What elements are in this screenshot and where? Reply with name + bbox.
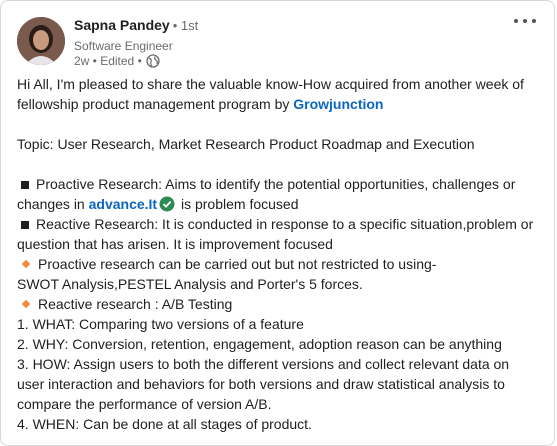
post-line: Proactive Research: Aims to identify the… <box>17 174 542 194</box>
post-line: compare the performance of version A/B. <box>17 396 272 412</box>
globe-icon <box>146 54 160 68</box>
post-line: Proactive research can be carried out bu… <box>17 254 542 274</box>
post-line: Hi All, I'm pleased to share the valuabl… <box>17 76 524 92</box>
diamond-bullet-icon <box>21 300 31 309</box>
post-line: question that has arisen. It is improvem… <box>17 236 333 252</box>
post-line: changes in advance.It is problem focused <box>17 194 542 214</box>
post-body: Hi All, I'm pleased to share the valuabl… <box>17 74 542 434</box>
post-line: Reactive Research: It is conducted in re… <box>17 214 542 234</box>
square-bullet-icon <box>21 180 29 189</box>
ellipsis-icon <box>514 19 518 23</box>
diamond-bullet-icon <box>21 260 31 269</box>
more-options-button[interactable] <box>514 15 536 27</box>
post-line: 4. WHEN: Can be done at all stages of pr… <box>17 416 312 432</box>
post-meta: 2w • Edited • <box>74 54 160 68</box>
author-name[interactable]: Sapna Pandey <box>74 17 170 33</box>
post-line: Reactive research : A/B Testing <box>17 294 542 314</box>
post-timestamp: 2w • Edited • <box>74 54 142 68</box>
post-line: fellowship product management program by… <box>17 96 384 112</box>
post-topic: Topic: User Research, Market Research Pr… <box>17 136 475 152</box>
post-line: user interaction and behaviors for both … <box>17 376 505 392</box>
square-bullet-icon <box>21 220 29 229</box>
advance-link[interactable]: advance.It <box>89 196 157 212</box>
author-name-row[interactable]: Sapna Pandey • 1st <box>74 17 198 33</box>
post-line: SWOT Analysis,PESTEL Analysis and Porter… <box>17 276 363 292</box>
avatar[interactable] <box>17 17 65 65</box>
post-line: 2. WHY: Conversion, retention, engagemen… <box>17 336 502 352</box>
post-line: 1. WHAT: Comparing two versions of a fea… <box>17 316 304 332</box>
author-headline: Software Engineer <box>74 39 173 53</box>
post-line: 3. HOW: Assign users to both the differe… <box>17 356 510 372</box>
growjunction-link[interactable]: Growjunction <box>293 96 383 112</box>
post-card: Sapna Pandey • 1st Software Engineer 2w •… <box>0 0 555 446</box>
connection-degree: • 1st <box>172 18 199 33</box>
